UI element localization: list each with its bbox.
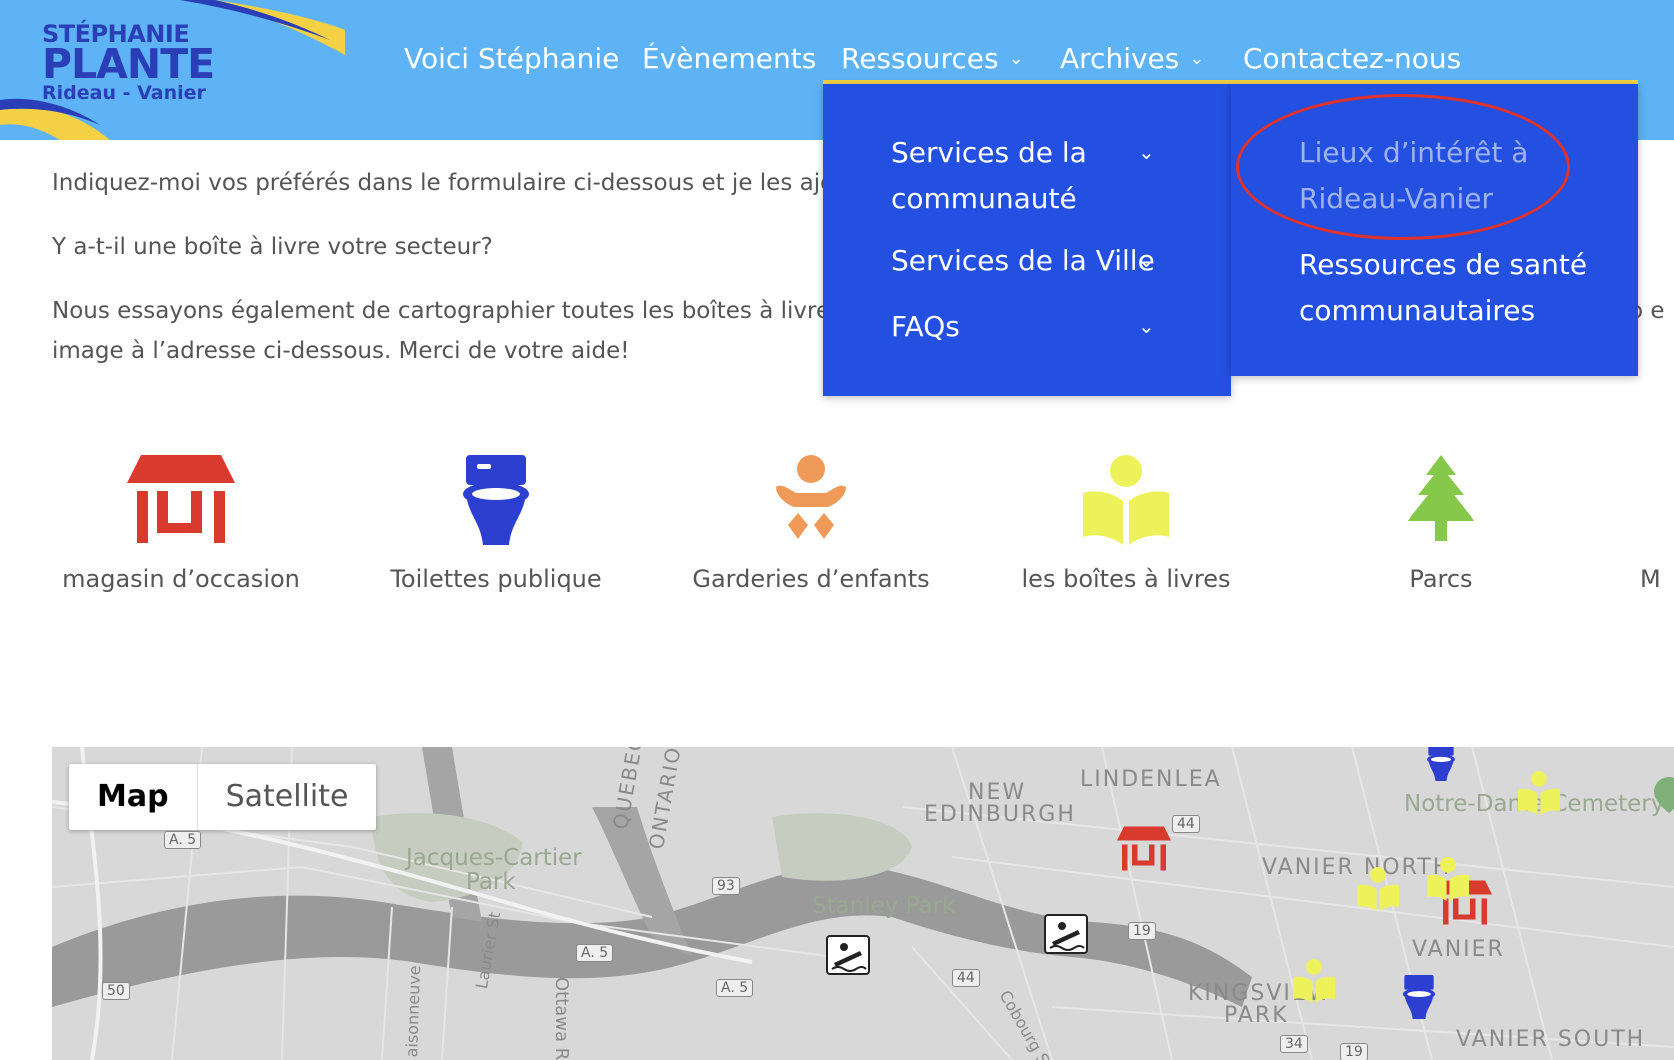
chevron-down-icon[interactable]: ⌄ bbox=[1138, 248, 1155, 272]
map-label-vanier: VANIER bbox=[1412, 937, 1505, 962]
category-label: les boîtes à livres bbox=[1021, 565, 1231, 593]
route-shield: A. 5 bbox=[576, 944, 614, 962]
map-label-lindenlea: LINDENLEA bbox=[1080, 767, 1222, 792]
chevron-down-icon[interactable]: ⌄ bbox=[1138, 314, 1155, 338]
toilet-icon bbox=[463, 455, 529, 545]
category-second-hand-store[interactable]: magasin d’occasion bbox=[31, 455, 331, 593]
submenu-item-label-line1: Ressources de santé bbox=[1299, 248, 1588, 281]
nav-item-evenements[interactable]: Évènements bbox=[642, 40, 816, 78]
book-reader-icon bbox=[1083, 455, 1169, 545]
route-shield: A. 5 bbox=[716, 979, 754, 997]
store-icon bbox=[127, 455, 235, 543]
book-box-marker-icon[interactable] bbox=[1356, 867, 1400, 911]
dropdown-item-services-communaute[interactable]: Services de la communauté bbox=[891, 130, 1087, 222]
book-box-question: Y a-t-il une boîte à livre votre secteur… bbox=[52, 234, 493, 260]
category-label: Toilettes publique bbox=[390, 565, 602, 593]
intro-paragraph: Indiquez-moi vos préférés dans le formul… bbox=[52, 170, 835, 196]
mapping-paragraph-line2: image à l’adresse ci-dessous. Merci de v… bbox=[52, 338, 630, 364]
nav-item-archives[interactable]: Archives ⌄ bbox=[1060, 40, 1204, 82]
route-shield: 34 bbox=[1280, 1035, 1308, 1053]
map-label-stanley-park: Stanley Park bbox=[812, 893, 956, 919]
nav-item-label: Archives bbox=[1060, 42, 1180, 75]
dropdown-item-label-line2: communauté bbox=[891, 182, 1077, 215]
map-label-ottawa-river: Ottawa R bbox=[551, 977, 572, 1060]
boat-launch-marker-icon[interactable] bbox=[1044, 914, 1088, 954]
map-label-maisonneuve: aisonneuve bbox=[402, 965, 425, 1058]
toilet-marker-icon[interactable] bbox=[1424, 747, 1458, 781]
boat-launch-marker-icon[interactable] bbox=[826, 935, 870, 975]
mapping-paragraph-line1: Nous essayons également de cartographier… bbox=[52, 298, 843, 324]
category-public-toilets[interactable]: Toilettes publique bbox=[346, 455, 646, 593]
nav-item-ressources[interactable]: Ressources ⌄ bbox=[841, 40, 1024, 82]
site-logo[interactable]: STÉPHANIE PLANTE Rideau - Vanier bbox=[42, 22, 215, 104]
route-shield: 93 bbox=[712, 877, 740, 895]
category-book-boxes[interactable]: les boîtes à livres bbox=[976, 455, 1276, 593]
toilet-marker-icon[interactable] bbox=[1402, 975, 1436, 1019]
category-label: Parcs bbox=[1409, 565, 1473, 593]
map-view-button[interactable]: Map bbox=[69, 764, 197, 830]
category-label: magasin d’occasion bbox=[62, 565, 300, 593]
submenu-item-ressources-sante[interactable]: Ressources de santé communautaires bbox=[1299, 242, 1587, 334]
category-label: Garderies d’enfants bbox=[692, 565, 930, 593]
nav-item-label: Ressources bbox=[841, 42, 999, 75]
nav-item-label: Contactez-nous bbox=[1243, 42, 1462, 75]
book-box-marker-icon[interactable] bbox=[1292, 959, 1336, 1003]
store-marker-icon[interactable] bbox=[1117, 826, 1171, 872]
chevron-down-icon: ⌄ bbox=[1008, 48, 1024, 69]
logo-riding: Rideau - Vanier bbox=[42, 82, 206, 104]
dropdown-item-label-line1: Services de la bbox=[891, 136, 1087, 169]
map-label-new-edinburgh-2: EDINBURGH bbox=[924, 802, 1076, 827]
route-shield: 44 bbox=[1172, 815, 1200, 833]
dropdown-item-label: Services de la Ville bbox=[891, 244, 1155, 277]
tree-icon bbox=[1408, 455, 1474, 541]
google-map[interactable]: Map Satellite NEW EDINBURGH LINDENLEA No… bbox=[52, 747, 1674, 1060]
submenu-item-label-line2: communautaires bbox=[1299, 294, 1536, 327]
map-label-vanier-south: VANIER SOUTH bbox=[1456, 1027, 1646, 1052]
dropdown-item-label: FAQs bbox=[891, 310, 960, 343]
dropdown-item-services-ville[interactable]: Services de la Ville bbox=[891, 238, 1155, 284]
nav-item-contactez-nous[interactable]: Contactez-nous bbox=[1243, 40, 1461, 78]
baby-icon bbox=[776, 455, 846, 539]
nav-item-label: Voici Stéphanie bbox=[404, 42, 620, 75]
satellite-view-button[interactable]: Satellite bbox=[196, 764, 377, 830]
nav-item-voici-stephanie[interactable]: Voici Stéphanie bbox=[404, 40, 619, 78]
map-type-toggle: Map Satellite bbox=[69, 764, 377, 830]
map-label-jacques-cartier-2: Park bbox=[466, 869, 516, 895]
category-label: M bbox=[1640, 565, 1661, 593]
dropdown-item-faqs[interactable]: FAQs bbox=[891, 304, 960, 350]
book-box-marker-icon[interactable] bbox=[1517, 771, 1561, 815]
route-shield: A. 5 bbox=[164, 831, 202, 849]
route-shield: 44 bbox=[952, 969, 980, 987]
route-shield: 50 bbox=[102, 982, 130, 1000]
chevron-down-icon[interactable]: ⌄ bbox=[1138, 140, 1155, 164]
map-label-jacques-cartier-1: Jacques-Cartier bbox=[406, 845, 582, 871]
route-shield: 19 bbox=[1340, 1043, 1368, 1060]
map-label-kingsview-2: PARK bbox=[1224, 1003, 1289, 1028]
category-daycares[interactable]: Garderies d’enfants bbox=[661, 455, 961, 593]
ressources-dropdown: Services de la communauté ⌄ Services de … bbox=[823, 84, 1231, 396]
category-partial[interactable]: M bbox=[1640, 455, 1674, 593]
category-parks[interactable]: Parcs bbox=[1291, 455, 1591, 593]
nav-item-label: Évènements bbox=[642, 42, 817, 75]
highlight-annotation-oval bbox=[1236, 94, 1570, 240]
chevron-down-icon: ⌄ bbox=[1189, 48, 1205, 69]
logo-last-name: PLANTE bbox=[42, 40, 215, 88]
route-shield: 19 bbox=[1128, 922, 1156, 940]
park-marker-icon[interactable] bbox=[1654, 777, 1674, 813]
book-box-marker-icon[interactable] bbox=[1426, 857, 1470, 901]
